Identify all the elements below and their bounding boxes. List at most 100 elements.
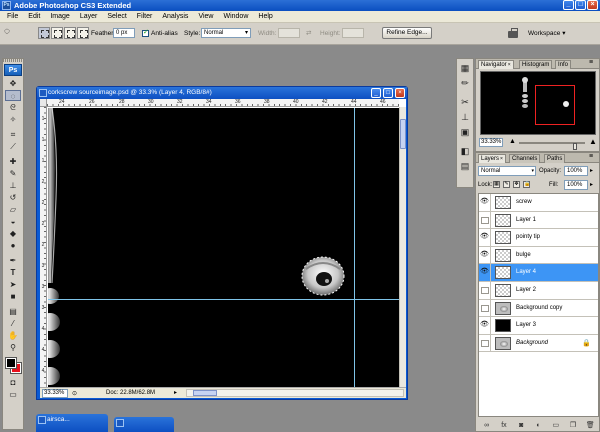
lock-position-icon[interactable]: ✥: [513, 181, 520, 188]
lock-pixels-icon[interactable]: ✎: [503, 181, 510, 188]
foreground-color-swatch[interactable]: [5, 357, 17, 369]
tab-info[interactable]: Info: [555, 60, 572, 69]
workspace-icon[interactable]: [508, 28, 520, 39]
crop-tool-icon[interactable]: ⌗: [5, 129, 21, 140]
layer-thumbnail[interactable]: [495, 283, 511, 297]
layer-row[interactable]: 👁 Layer 4: [479, 264, 598, 282]
tab-channels[interactable]: Channels: [509, 154, 541, 163]
hand-tool-icon[interactable]: ✋: [5, 330, 21, 341]
menu-analysis[interactable]: Analysis: [157, 11, 193, 23]
layer-name[interactable]: screw: [516, 194, 532, 211]
tab-paths[interactable]: Paths: [544, 154, 566, 163]
ruler-corner[interactable]: [40, 99, 47, 107]
menu-layer[interactable]: Layer: [75, 11, 103, 23]
brush-tool-icon[interactable]: ✎: [5, 168, 21, 179]
layer-name[interactable]: pointy tip: [516, 229, 540, 246]
close-button[interactable]: ×: [587, 0, 598, 10]
opacity-input[interactable]: 100%: [564, 166, 588, 176]
type-tool-icon[interactable]: T: [5, 267, 21, 278]
vertical-scrollbar[interactable]: [399, 107, 406, 387]
layer-row[interactable]: 👁 Layer 3: [479, 317, 598, 335]
character-dock-icon[interactable]: ⊥: [458, 111, 472, 123]
menu-image[interactable]: Image: [45, 11, 74, 23]
zoom-input[interactable]: 33.33%: [42, 389, 68, 398]
antialias-checkbox[interactable]: [142, 28, 149, 37]
layer-name[interactable]: Background: [516, 335, 548, 352]
layer-thumbnail[interactable]: [495, 231, 511, 245]
paint-bucket-icon[interactable]: ◒: [5, 216, 21, 227]
status-arrow-icon[interactable]: ▸: [174, 388, 177, 398]
chevron-right-icon[interactable]: ▸: [590, 181, 593, 188]
panel-menu-icon[interactable]: ≡: [589, 153, 593, 160]
path-selection-icon[interactable]: ➤: [5, 279, 21, 290]
chevron-right-icon[interactable]: ▸: [590, 167, 593, 174]
layer-thumbnail[interactable]: [495, 319, 511, 333]
visibility-toggle[interactable]: 👁: [479, 246, 491, 264]
minimized-document[interactable]: airsca...: [36, 414, 108, 432]
layer-row[interactable]: Layer 1: [479, 211, 598, 230]
horizontal-guide[interactable]: [48, 299, 399, 300]
navigator-preview[interactable]: [480, 71, 596, 135]
layer-name[interactable]: Layer 4: [516, 264, 536, 281]
brushes-dock-icon[interactable]: ▣: [458, 126, 472, 138]
menu-help[interactable]: Help: [253, 11, 277, 23]
tab-histogram[interactable]: Histogram: [519, 60, 553, 69]
layer-mask-icon[interactable]: ◙: [515, 422, 527, 429]
zoom-in-icon[interactable]: ▲: [589, 137, 597, 146]
dodge-tool-icon[interactable]: ●: [5, 240, 21, 251]
subtract-selection-icon[interactable]: [64, 27, 76, 39]
layer-name[interactable]: Layer 2: [516, 282, 536, 299]
eraser-tool-icon[interactable]: ▱: [5, 204, 21, 215]
style-select[interactable]: Normal ▾: [201, 28, 251, 38]
menu-edit[interactable]: Edit: [23, 11, 45, 23]
screen-mode-icon[interactable]: ▭: [5, 389, 21, 400]
marquee-tool-icon[interactable]: ◌: [5, 90, 21, 101]
layer-row[interactable]: 👁 screw: [479, 194, 598, 212]
feather-input[interactable]: 0 px: [113, 28, 135, 38]
navigator-view-box[interactable]: [535, 85, 575, 125]
status-menu-icon[interactable]: ⊙: [72, 389, 77, 399]
layer-name[interactable]: Layer 1: [516, 212, 536, 229]
visibility-toggle[interactable]: [479, 299, 491, 317]
lasso-tool-icon[interactable]: ᘓ: [5, 102, 21, 113]
menu-window[interactable]: Window: [218, 11, 253, 23]
visibility-toggle[interactable]: 👁: [479, 194, 491, 211]
zoom-out-icon[interactable]: ▲: [509, 138, 516, 145]
navigator-dock-icon[interactable]: ▦: [458, 62, 472, 74]
quick-mask-icon[interactable]: ◘: [5, 377, 21, 388]
adjustment-layer-icon[interactable]: ◐: [532, 422, 544, 429]
layer-thumbnail[interactable]: [495, 336, 511, 350]
layer-name[interactable]: Layer 3: [516, 317, 536, 334]
layer-style-icon[interactable]: fx: [498, 422, 510, 429]
horizontal-ruler[interactable]: 24 26 28 30 32 34 36 38 40 42 44 46: [47, 99, 399, 107]
minimized-document[interactable]: [114, 417, 174, 432]
refine-edge-button[interactable]: Refine Edge...: [382, 27, 432, 39]
doc-maximize-button[interactable]: □: [383, 88, 393, 98]
maximize-button[interactable]: □: [575, 0, 586, 10]
menu-filter[interactable]: Filter: [132, 11, 158, 23]
scroll-thumb[interactable]: [193, 390, 217, 396]
layer-thumbnail[interactable]: [495, 196, 511, 209]
layer-row[interactable]: 👁 pointy tip: [479, 229, 598, 247]
doc-close-button[interactable]: ×: [395, 88, 405, 98]
layer-thumbnail[interactable]: [495, 248, 511, 262]
vertical-ruler[interactable]: 1 1 1 2 2 2 2 3 3 3 4 4 4: [40, 107, 47, 387]
image-canvas[interactable]: [48, 108, 399, 387]
slider-knob[interactable]: [573, 143, 577, 150]
minimize-button[interactable]: _: [563, 0, 574, 10]
toolbox-grip[interactable]: [3, 59, 23, 62]
scroll-thumb[interactable]: [400, 119, 406, 149]
layer-thumbnail[interactable]: [495, 266, 511, 280]
visibility-toggle[interactable]: 👁: [479, 229, 491, 246]
clone-stamp-icon[interactable]: ⊥: [5, 180, 21, 191]
swap-icon[interactable]: ⇄: [306, 29, 311, 38]
tools-dock-icon[interactable]: ✂: [458, 96, 472, 108]
tab-layers[interactable]: Layers×: [478, 154, 506, 163]
layer-row[interactable]: Background copy: [479, 299, 598, 318]
lock-all-icon[interactable]: 🔒: [523, 181, 530, 188]
menu-select[interactable]: Select: [102, 11, 131, 23]
layers-dock-icon[interactable]: ◧: [458, 145, 472, 157]
magic-wand-icon[interactable]: ✧: [5, 114, 21, 125]
delete-layer-icon[interactable]: 🗑: [584, 421, 596, 429]
eyedropper-tool-icon[interactable]: ⁄: [5, 318, 21, 329]
